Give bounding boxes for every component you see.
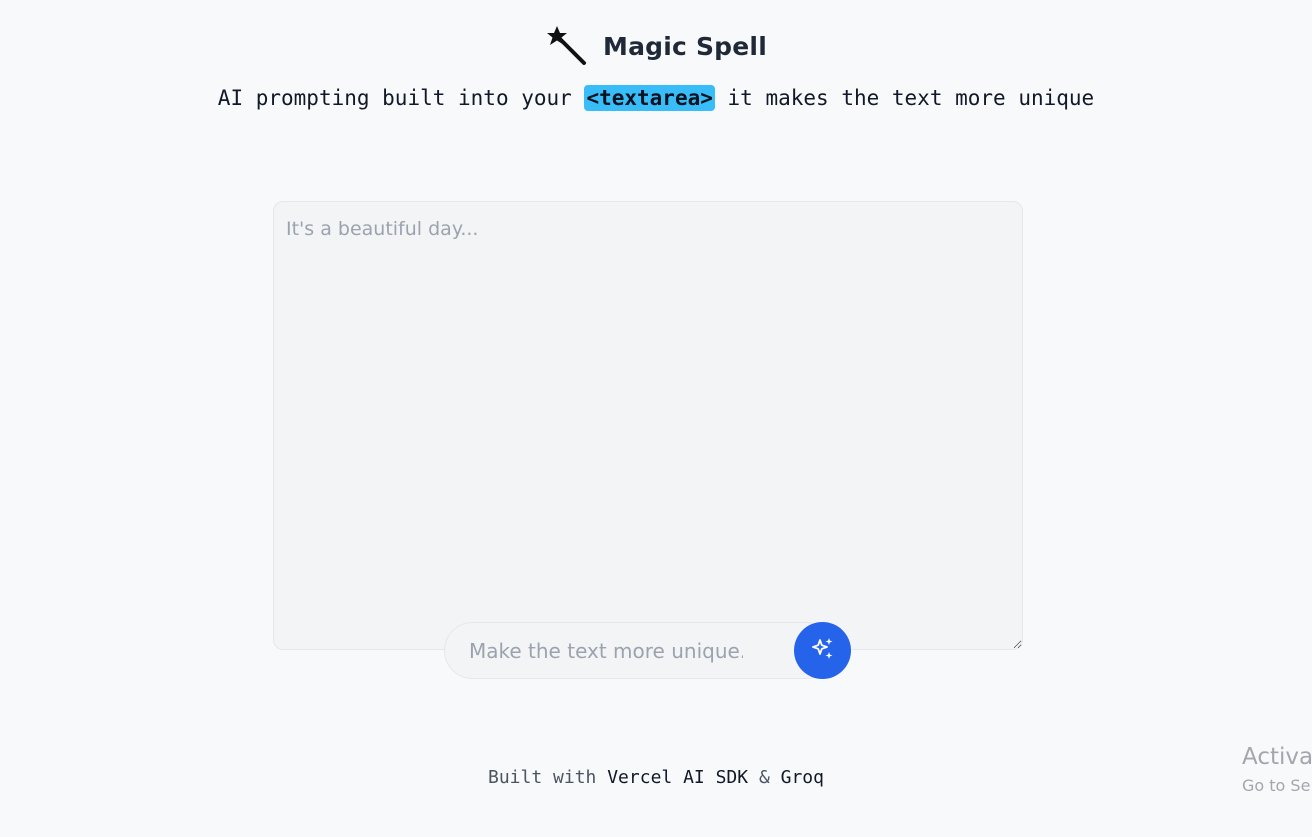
- activation-watermark: Activat Go to Se: [1242, 744, 1312, 795]
- prompt-bar: [444, 622, 851, 679]
- magic-wand-icon: [545, 24, 589, 68]
- app-title: Magic Spell: [603, 31, 767, 61]
- groq-link[interactable]: Groq: [781, 767, 824, 788]
- prompt-input[interactable]: [444, 622, 834, 679]
- app-header: Magic Spell: [0, 24, 1312, 68]
- sparkles-icon: [810, 636, 836, 665]
- editor-container: [273, 201, 1023, 650]
- vercel-ai-sdk-link[interactable]: Vercel AI SDK: [607, 767, 748, 788]
- generate-button[interactable]: [794, 622, 851, 679]
- tagline: AI prompting built into your <textarea> …: [0, 85, 1312, 111]
- footer: Built with Vercel AI SDK & Groq: [0, 767, 1312, 788]
- tagline-text-end: it makes the text more unique: [714, 86, 1095, 110]
- footer-prefix: Built with: [488, 767, 608, 788]
- footer-separator: &: [748, 767, 781, 788]
- main-textarea[interactable]: [273, 201, 1023, 650]
- textarea-code-chip: <textarea>: [584, 85, 715, 111]
- tagline-text: AI prompting built into your: [217, 86, 585, 110]
- watermark-line2: Go to Se: [1242, 776, 1311, 795]
- watermark-line1: Activat: [1242, 744, 1312, 770]
